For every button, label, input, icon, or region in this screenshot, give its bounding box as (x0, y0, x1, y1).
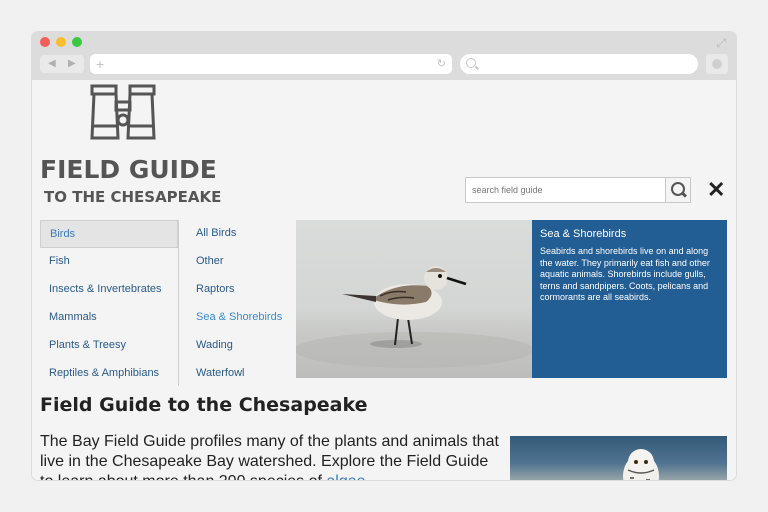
snowy-owl-image (623, 449, 659, 480)
maximize-window-button[interactable] (72, 37, 82, 47)
new-tab-icon[interactable]: + (96, 55, 104, 73)
subcategory-item-wading[interactable]: Wading (187, 332, 295, 360)
close-window-button[interactable] (40, 37, 50, 47)
search-input[interactable] (466, 178, 664, 202)
web-page: FIELD GUIDE TO THE CHESAPEAKE ✕ Birds Fi… (32, 80, 736, 480)
feature-panel: Sea & Shorebirds Seabirds and shorebirds… (532, 220, 727, 378)
category-item-insects[interactable]: Insects & Invertebrates (40, 276, 178, 304)
logo-subtitle[interactable]: TO THE CHESAPEAKE (44, 188, 221, 206)
category-item-birds[interactable]: Birds (40, 220, 178, 248)
subcategory-item-raptors[interactable]: Raptors (187, 276, 295, 304)
intro-paragraph: The Bay Field Guide profiles many of the… (40, 432, 500, 480)
binoculars-icon (90, 84, 156, 140)
intro-text: The Bay Field Guide profiles many of the… (40, 433, 499, 480)
shorebird-photo (296, 220, 532, 378)
address-bar[interactable]: + ↻ (90, 54, 452, 74)
minimize-window-button[interactable] (56, 37, 66, 47)
extension-button[interactable] (706, 54, 728, 74)
history-nav: ◀ ▶ (40, 55, 84, 73)
close-icon[interactable]: ✕ (707, 178, 725, 202)
back-icon[interactable]: ◀ (48, 57, 56, 71)
browser-window: ⤢ ◀ ▶ + ↻ FIELD GUIDE TO THE CHESAPEAKE … (32, 32, 736, 480)
feature-title: Sea & Shorebirds (540, 228, 627, 240)
subcategory-item-waterfowl[interactable]: Waterfowl (187, 360, 295, 388)
reload-icon[interactable]: ↻ (437, 56, 446, 72)
subcategory-item-sea-shorebirds[interactable]: Sea & Shorebirds (187, 304, 295, 332)
browser-toolbar: ⤢ ◀ ▶ + ↻ (32, 32, 736, 80)
subcategory-item-all-birds[interactable]: All Birds (187, 220, 295, 248)
fullscreen-icon[interactable]: ⤢ (714, 36, 728, 50)
subcategory-menu: All Birds Other Raptors Sea & Shorebirds… (187, 220, 295, 386)
category-item-plants[interactable]: Plants & Treesy (40, 332, 178, 360)
site-search (465, 177, 691, 203)
algae-link[interactable]: algae (326, 473, 365, 480)
search-button[interactable] (665, 178, 690, 202)
subcategory-item-other[interactable]: Other (187, 248, 295, 276)
browser-search-input[interactable] (460, 54, 698, 74)
feature-description: Seabirds and shorebirds live on and alon… (540, 246, 710, 302)
extension-icon (712, 59, 722, 69)
sandpiper-image (296, 266, 532, 368)
category-item-mammals[interactable]: Mammals (40, 304, 178, 332)
forward-icon[interactable]: ▶ (68, 57, 76, 71)
search-icon (466, 58, 476, 68)
category-item-reptiles[interactable]: Reptiles & Amphibians (40, 360, 178, 388)
logo-title[interactable]: FIELD GUIDE (40, 155, 217, 184)
snowy-owl-photo (510, 436, 727, 480)
page-title: Field Guide to the Chesapeake (40, 394, 368, 416)
category-item-fish[interactable]: Fish (40, 248, 178, 276)
category-menu: Birds Fish Insects & Invertebrates Mamma… (40, 220, 179, 386)
